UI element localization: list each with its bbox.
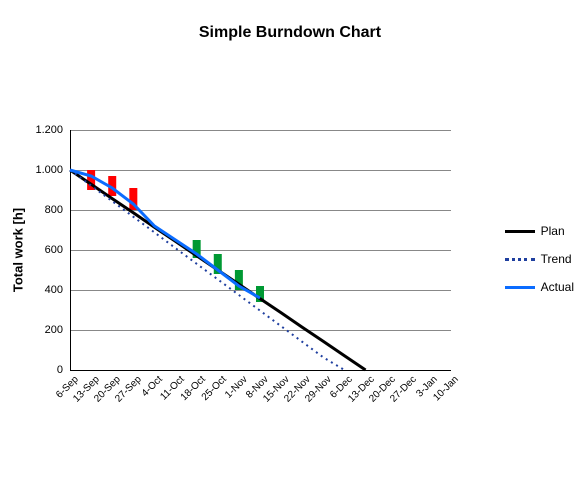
y-tick-label: 600 (45, 244, 63, 256)
y-tick-label: 400 (45, 284, 63, 296)
y-tick-label: 1.000 (35, 164, 63, 176)
legend-label: Plan (541, 224, 565, 238)
chart-lines (70, 130, 450, 370)
chart-title: Simple Burndown Chart (0, 0, 580, 42)
legend-swatch (505, 286, 535, 289)
chart-plot-area: Total work [h] 02004006008001.0001.2006-… (70, 130, 450, 370)
y-tick-label: 200 (45, 324, 63, 336)
legend-label: Trend (541, 252, 572, 266)
legend-item: Plan (505, 224, 574, 238)
y-axis-label: Total work [h] (11, 208, 26, 292)
legend-swatch (505, 230, 535, 233)
chart-legend: Plan Trend Actual (505, 210, 574, 308)
y-tick-label: 0 (57, 364, 63, 376)
legend-swatch (505, 258, 535, 261)
legend-label: Actual (541, 280, 574, 294)
y-tick-label: 800 (45, 204, 63, 216)
legend-item: Trend (505, 252, 574, 266)
burndown-chart-container: Simple Burndown Chart Total work [h] 020… (0, 0, 580, 500)
x-tick-label: 1-Nov (223, 374, 250, 401)
series-line (70, 170, 344, 370)
y-tick-label: 1.200 (35, 124, 63, 136)
legend-item: Actual (505, 280, 574, 294)
